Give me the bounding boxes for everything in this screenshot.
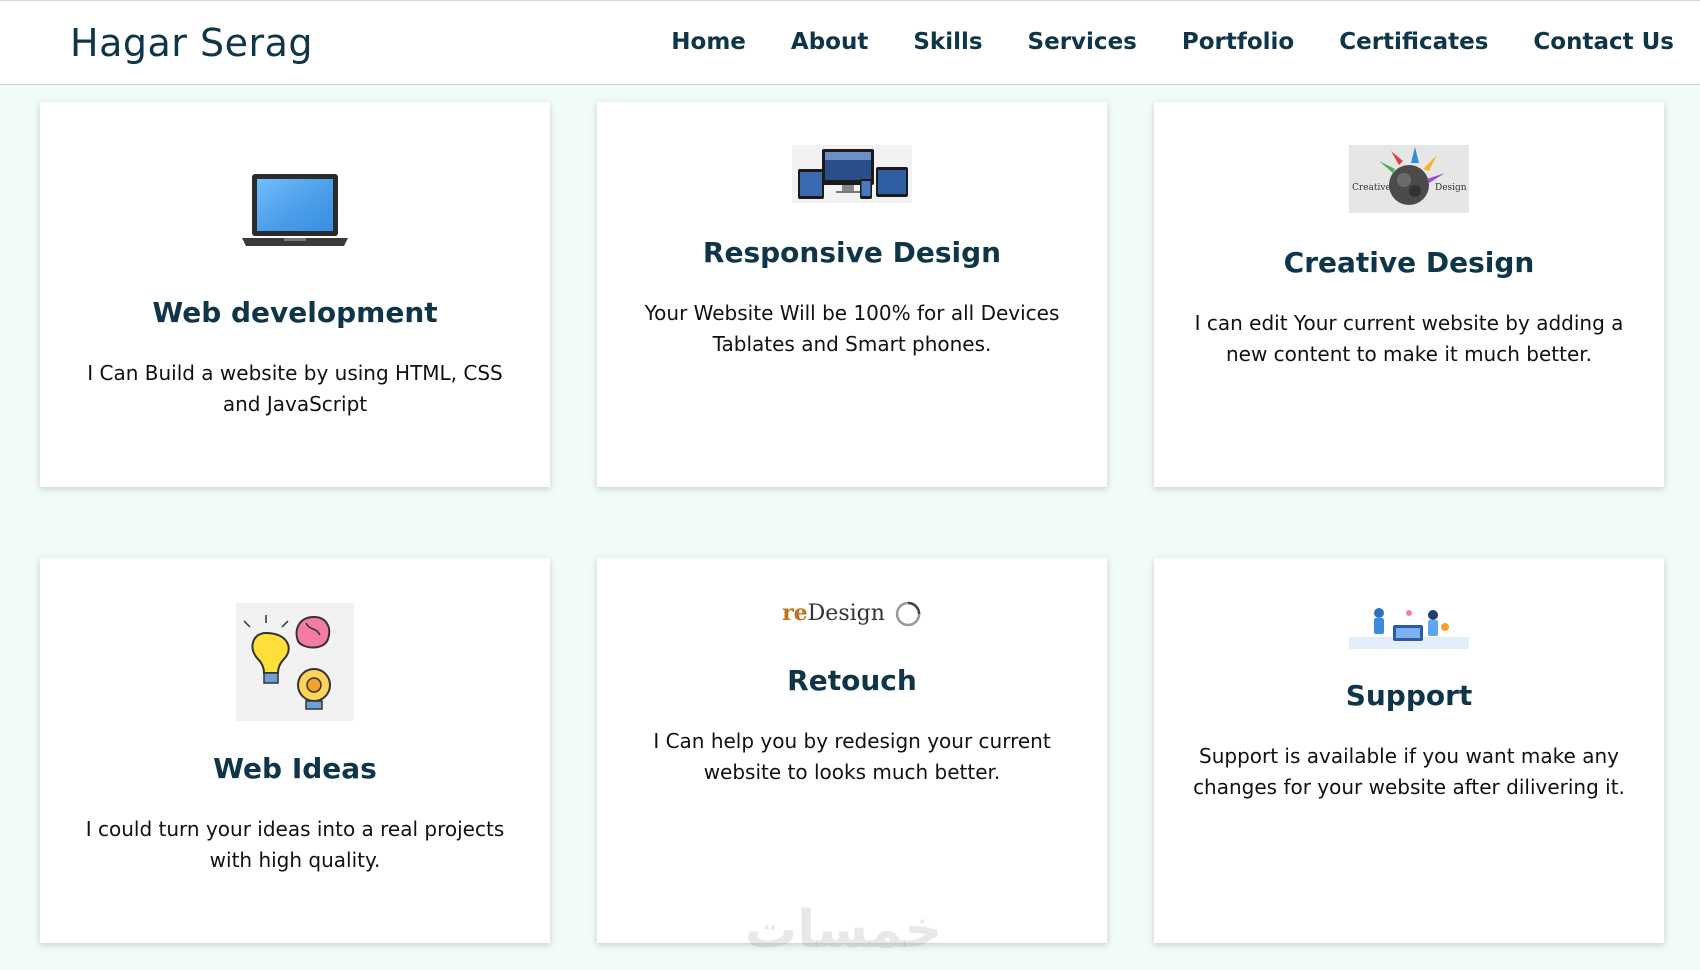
redesign-logo-prefix: re — [782, 600, 808, 626]
navbar: Hagar Serag Home About Skills Services P… — [0, 0, 1700, 85]
support-icon — [1349, 603, 1469, 649]
redesign-logo-suffix: Design — [807, 601, 885, 626]
card-text: Your Website Will be 100% for all Device… — [644, 301, 1060, 356]
nav-services[interactable]: Services — [1028, 29, 1137, 55]
redesign-logo: reDesign — [782, 600, 922, 628]
nav-menu: Home About Skills Services Portfolio Cer… — [671, 29, 1674, 55]
nav-portfolio[interactable]: Portfolio — [1182, 29, 1294, 55]
brand-logo-text[interactable]: Hagar Serag — [70, 21, 313, 65]
devices-icon — [792, 145, 912, 203]
card-text: I can edit Your current website by addin… — [1194, 311, 1624, 366]
card-title: Support — [1345, 679, 1473, 712]
card-title: Responsive Design — [702, 236, 1002, 269]
nav-certificates[interactable]: Certificates — [1339, 29, 1488, 55]
card-title: Web development — [152, 296, 438, 329]
card-text: I could turn your ideas into a real proj… — [85, 817, 505, 872]
watermark: خمسات — [745, 900, 943, 960]
service-card-support: Support Support is available if you want… — [1154, 558, 1664, 943]
nav-skills[interactable]: Skills — [913, 29, 982, 55]
circle-arrow-icon — [895, 601, 921, 627]
card-title: Creative Design — [1283, 246, 1535, 279]
nav-contact-us[interactable]: Contact Us — [1533, 29, 1674, 55]
service-card-web-ideas: Web Ideas I could turn your ideas into a… — [40, 558, 550, 943]
creative-design-image: Creative Design — [1349, 145, 1469, 213]
service-card-retouch: reDesign Retouch I Can help you by redes… — [597, 558, 1107, 943]
card-text: I Can help you by redesign your current … — [653, 729, 1051, 784]
service-card-creative-design: Creative Design Creative Design I can ed… — [1154, 102, 1664, 487]
nav-home[interactable]: Home — [671, 29, 746, 55]
laptop-icon — [242, 174, 348, 246]
card-title: Retouch — [787, 664, 917, 697]
nav-about[interactable]: About — [791, 29, 868, 55]
card-text: Support is available if you want make an… — [1193, 744, 1625, 799]
card-text: I Can Build a website by using HTML, CSS… — [87, 361, 503, 416]
ideas-icon — [236, 603, 354, 721]
service-card-web-development: Web development I Can Build a website by… — [40, 102, 550, 487]
creative-word: Creative — [1352, 183, 1391, 193]
card-title: Web Ideas — [213, 752, 377, 785]
service-card-responsive-design: Responsive Design Your Website Will be 1… — [597, 102, 1107, 487]
design-word: Design — [1435, 183, 1467, 193]
